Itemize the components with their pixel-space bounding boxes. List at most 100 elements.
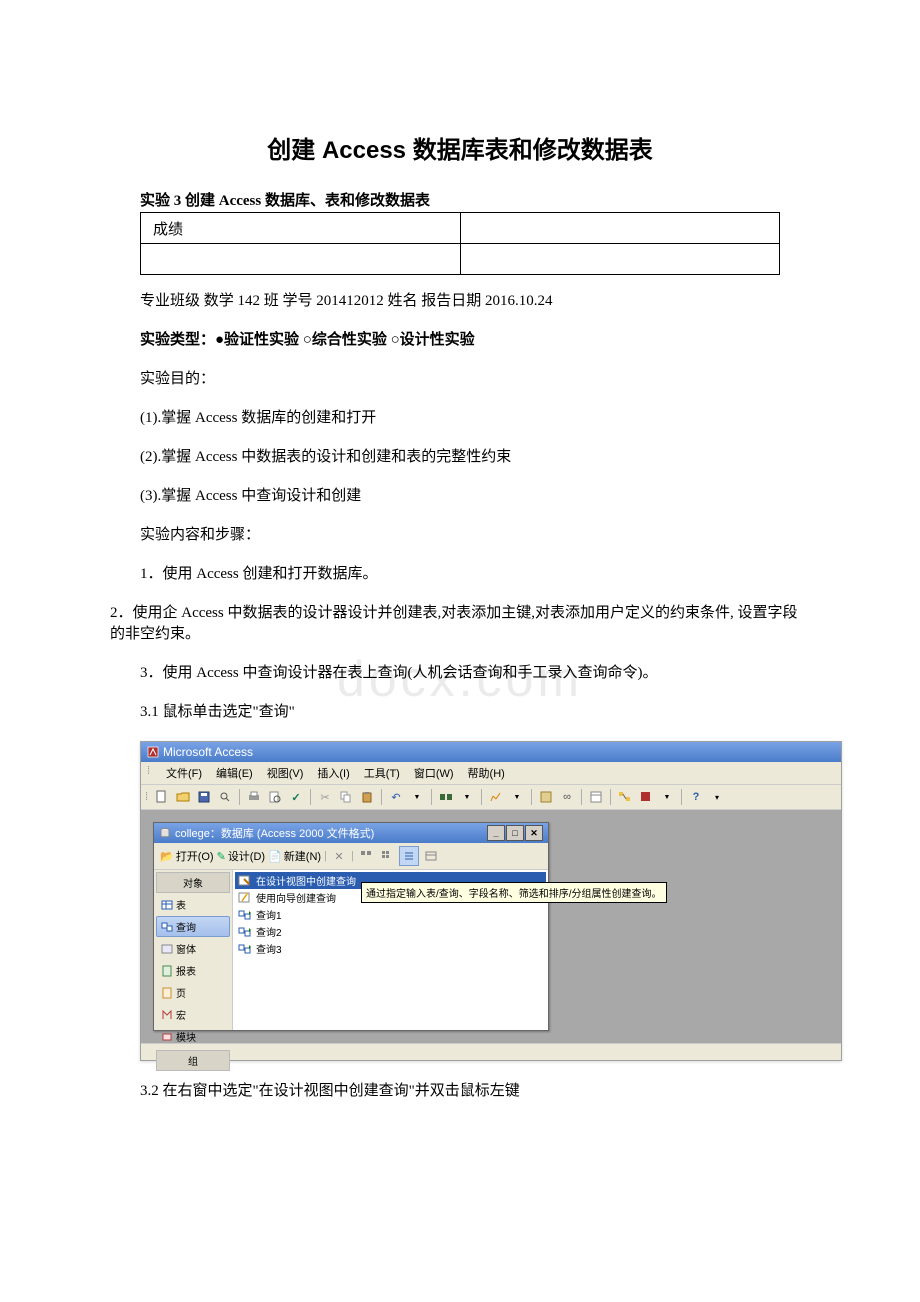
list-panel: 在设计视图中创建查询 使用向导创建查询 查询1 查询2 — [233, 870, 548, 1030]
list-query-1[interactable]: 查询1 — [235, 906, 546, 923]
window-buttons: _ □ ✕ — [487, 825, 543, 841]
open-icon: 📂 — [160, 850, 174, 863]
code-icon[interactable] — [537, 788, 555, 806]
tooltip: 通过指定输入表/查询、字段名称、筛选和排序/分组属性创建查询。 — [361, 882, 667, 903]
macros-label: 宏 — [176, 1007, 186, 1022]
experiment-type: 实验类型：●验证性实验 ○综合性实验 ○设计性实验 — [140, 330, 810, 351]
design-shortcut-icon — [238, 875, 252, 887]
undo-icon[interactable]: ↶ — [387, 788, 405, 806]
large-icons-icon[interactable] — [357, 847, 375, 865]
status-bar — [141, 1043, 841, 1060]
menu-view[interactable]: 视图(V) — [267, 765, 304, 781]
save-icon[interactable] — [195, 788, 213, 806]
new-object-icon[interactable] — [637, 788, 655, 806]
menu-tools[interactable]: 工具(T) — [364, 765, 400, 781]
list-query-2[interactable]: 查询2 — [235, 923, 546, 940]
print-preview-icon[interactable] — [266, 788, 284, 806]
details-view-icon[interactable] — [422, 847, 440, 865]
menubar: ⁞ 文件(F) 编辑(E) 视图(V) 插入(I) 工具(T) 窗口(W) 帮助… — [141, 762, 841, 785]
db-new-button[interactable]: 📄新建(N) — [268, 848, 321, 864]
query-item-icon — [238, 909, 252, 921]
menubar-grip-icon: ⁞ — [147, 765, 150, 781]
queries-label: 查询 — [176, 919, 196, 934]
search-icon[interactable] — [216, 788, 234, 806]
print-icon[interactable] — [245, 788, 263, 806]
new-file-icon[interactable] — [153, 788, 171, 806]
report-icon — [161, 965, 173, 977]
objects-header: 对象 — [156, 872, 230, 893]
properties-icon[interactable] — [587, 788, 605, 806]
relationships2-icon[interactable] — [616, 788, 634, 806]
analyze-icon[interactable] — [487, 788, 505, 806]
module-icon — [161, 1031, 173, 1043]
purpose-item-1: (1).掌握 Access 数据库的创建和打开 — [140, 408, 810, 429]
list-view-icon[interactable] — [399, 846, 419, 866]
menu-edit[interactable]: 编辑(E) — [216, 765, 253, 781]
dropdown-icon[interactable]: ▼ — [508, 788, 526, 806]
toolbar-grip-icon: ⁞ — [145, 791, 148, 803]
menu-file[interactable]: 文件(F) — [166, 765, 202, 781]
list-query-3[interactable]: 查询3 — [235, 940, 546, 957]
separator: | — [351, 850, 354, 862]
paste-icon[interactable] — [358, 788, 376, 806]
menu-insert[interactable]: 插入(I) — [317, 765, 349, 781]
spellcheck-icon[interactable]: ✓ — [287, 788, 305, 806]
app-title-text: Microsoft Access — [163, 745, 253, 759]
cut-icon[interactable]: ✂ — [316, 788, 334, 806]
db-open-button[interactable]: 📂打开(O) — [160, 848, 214, 864]
objects-tables[interactable]: 表 — [156, 894, 230, 915]
menu-window[interactable]: 窗口(W) — [414, 765, 454, 781]
close-button[interactable]: ✕ — [525, 825, 543, 841]
objects-forms[interactable]: 窗体 — [156, 938, 230, 959]
table-icon — [161, 899, 173, 911]
objects-pages[interactable]: 页 — [156, 982, 230, 1003]
open-file-icon[interactable] — [174, 788, 192, 806]
db-design-button[interactable]: ✎设计(D) — [217, 848, 266, 864]
minimize-button[interactable]: _ — [487, 825, 505, 841]
objects-queries[interactable]: 查询 — [156, 916, 230, 937]
query-item-icon — [238, 926, 252, 938]
purpose-item-2: (2).掌握 Access 中数据表的设计和创建和表的完整性约束 — [140, 447, 810, 468]
list-q1-label: 查询1 — [256, 907, 282, 922]
delete-icon[interactable]: ✕ — [330, 847, 348, 865]
wizard-shortcut-icon — [238, 892, 252, 904]
score-cell-value — [460, 213, 780, 244]
objects-modules[interactable]: 模块 — [156, 1026, 230, 1047]
dropdown-icon[interactable]: ▼ — [458, 788, 476, 806]
database-icon — [159, 827, 171, 839]
modules-label: 模块 — [176, 1029, 196, 1044]
new-icon: 📄 — [268, 850, 282, 863]
objects-macros[interactable]: 宏 — [156, 1004, 230, 1025]
form-icon — [161, 943, 173, 955]
score-table: 成绩 — [140, 212, 780, 275]
toolbar-separator — [681, 789, 682, 805]
dropdown-icon[interactable]: ▼ — [658, 788, 676, 806]
content-heading: 实验内容和步骤： — [140, 525, 810, 546]
office-links-icon[interactable] — [437, 788, 455, 806]
purpose-item-3: (3).掌握 Access 中查询设计和创建 — [140, 486, 810, 507]
toolbar: ⁞ ✓ ✂ ↶ ▼ ▼ ▼ ∞ — [141, 785, 841, 810]
maximize-button[interactable]: □ — [506, 825, 524, 841]
score-cell-empty1 — [141, 244, 461, 275]
document-page: docx.com 创建 Access 数据库表和修改数据表 实验 3 创建 Ac… — [0, 0, 920, 1302]
objects-reports[interactable]: 报表 — [156, 960, 230, 981]
design-icon: ✎ — [217, 850, 226, 863]
db-titlebar: college：数据库 (Access 2000 文件格式) _ □ ✕ — [154, 823, 548, 843]
help-icon[interactable]: ? — [687, 788, 705, 806]
list-create-design-label: 在设计视图中创建查询 — [256, 873, 356, 888]
tables-label: 表 — [176, 897, 186, 912]
toolbar-separator — [310, 789, 311, 805]
toolbar-separator — [481, 789, 482, 805]
db-open-label: 打开(O) — [176, 848, 214, 864]
score-cell-label: 成绩 — [141, 213, 461, 244]
toolbar-separator — [239, 789, 240, 805]
relationships-icon[interactable]: ∞ — [558, 788, 576, 806]
small-icons-icon[interactable] — [378, 847, 396, 865]
toolbar-options-icon[interactable]: ▾ — [708, 788, 726, 806]
page-title: 创建 Access 数据库表和修改数据表 — [110, 130, 810, 165]
step-2: 2．使用企 Access 中数据表的设计器设计并创建表,对表添加主键,对表添加用… — [110, 603, 810, 645]
menu-help[interactable]: 帮助(H) — [468, 765, 505, 781]
copy-icon[interactable] — [337, 788, 355, 806]
database-window: college：数据库 (Access 2000 文件格式) _ □ ✕ 📂打开… — [153, 822, 549, 1031]
dropdown-icon[interactable]: ▼ — [408, 788, 426, 806]
